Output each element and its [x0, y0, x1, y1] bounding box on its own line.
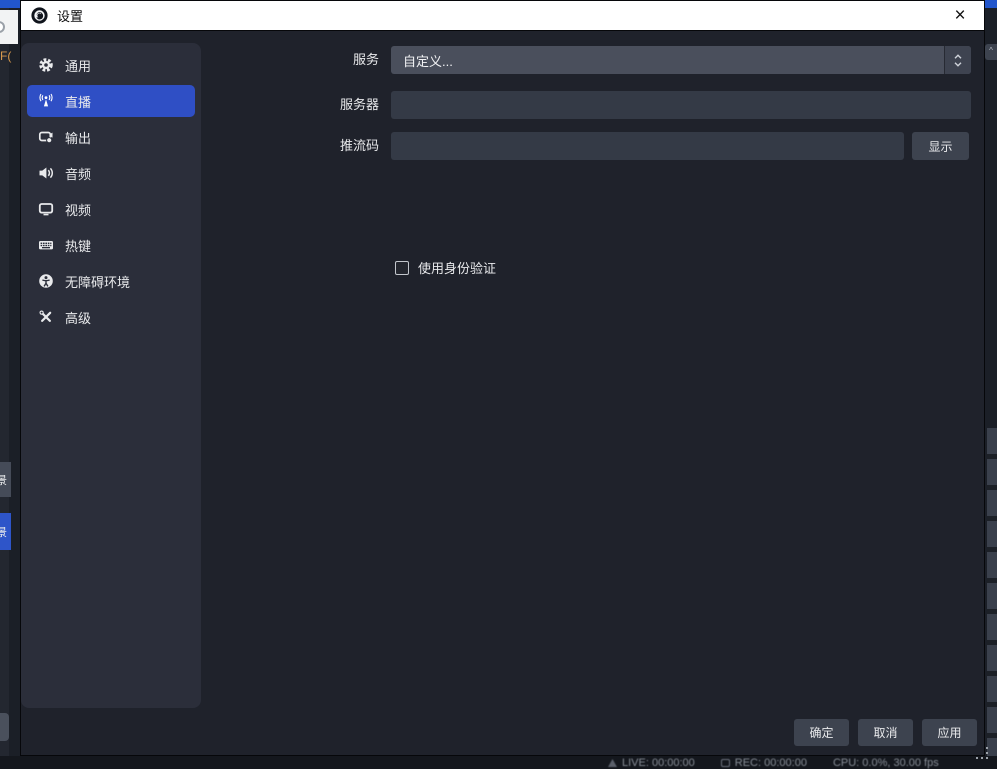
status-cpu: CPU: 0.0%, 30.00 fps: [832, 757, 939, 769]
background-statusbar: LIVE: 00:00:00 REC: 00:00:00 CPU: 0.0%, …: [0, 756, 997, 769]
background-left-sliver: [0, 0, 20, 769]
sidebar-item-label: 输出: [65, 130, 92, 146]
sidebar-item-label: 无障碍环境: [65, 274, 131, 290]
server-input[interactable]: [391, 91, 971, 119]
background-clipped-text: F(: [0, 49, 12, 63]
status-rec: REC: 00:00:00: [720, 757, 807, 769]
show-key-button[interactable]: 显示: [912, 132, 969, 160]
apply-button[interactable]: 应用: [922, 719, 977, 746]
sidebar-item-hotkeys[interactable]: 热键: [27, 229, 195, 261]
status-live: LIVE: 00:00:00: [608, 757, 695, 769]
sidebar-item-label: 音频: [65, 166, 92, 182]
service-selected-value: 自定义...: [403, 53, 453, 69]
stream-status-icon: [608, 759, 617, 767]
obs-logo-icon: [31, 7, 48, 24]
keyboard-icon: [39, 241, 53, 250]
sidebar-item-audio[interactable]: 音频: [27, 157, 195, 189]
server-label: 服务器: [339, 97, 379, 112]
speaker-icon: [39, 167, 53, 179]
sidebar-item-label: 高级: [65, 310, 92, 326]
settings-sidebar: 通用 直播 输出 音频 视频 热键 无障碍环境 高级: [21, 43, 201, 708]
sidebar-item-label: 视频: [65, 202, 92, 218]
auth-checkbox-label: 使用身份验证: [418, 261, 497, 276]
background-button-fragment: [0, 713, 9, 741]
output-icon: [38, 131, 53, 144]
background-white-window-fragment: [0, 10, 18, 44]
sidebar-item-stream[interactable]: 直播: [27, 85, 195, 117]
sidebar-item-label: 热键: [65, 238, 92, 254]
sidebar-item-output[interactable]: 输出: [27, 121, 195, 153]
stream-key-input[interactable]: [391, 132, 904, 160]
cancel-button[interactable]: 取消: [858, 719, 913, 746]
ok-button[interactable]: 确定: [794, 719, 849, 746]
dialog-title: 设置: [57, 9, 84, 24]
auth-checkbox[interactable]: [395, 260, 409, 275]
dialog-titlebar: 设置 ×: [21, 1, 984, 31]
broadcast-icon: [39, 93, 53, 107]
chevron-up-down-icon: [954, 53, 962, 67]
sidebar-item-advanced[interactable]: 高级: [27, 301, 195, 333]
sidebar-item-video[interactable]: 视频: [27, 193, 195, 225]
sidebar-item-general[interactable]: 通用: [27, 49, 195, 81]
background-list-items-fragment: [987, 428, 997, 758]
service-select[interactable]: 自定义...: [391, 46, 971, 74]
tools-icon: [39, 310, 52, 322]
gear-icon: [39, 58, 53, 72]
record-status-icon: [720, 759, 730, 767]
stream-key-label: 推流码: [339, 138, 379, 153]
sidebar-item-label: 通用: [65, 58, 92, 74]
background-left-panel: [0, 0, 9, 769]
monitor-icon: [38, 203, 54, 216]
background-scene-tab-selected: 景: [0, 513, 11, 550]
background-scene-tab: 景: [0, 462, 11, 497]
service-label: 服务: [352, 52, 379, 67]
accessibility-icon: [39, 274, 53, 288]
background-blue-bar-right: [985, 0, 997, 8]
sidebar-item-accessibility[interactable]: 无障碍环境: [27, 265, 195, 297]
background-blue-bar-left: [0, 0, 20, 8]
sidebar-item-label: 直播: [65, 94, 92, 110]
settings-dialog: 设置 × 通用 直播 输出 音频 视频 热键 无障碍环境 高级 服务 自定义..…: [20, 0, 985, 756]
background-circle-fragment: [0, 21, 5, 33]
close-icon[interactable]: ×: [946, 4, 974, 28]
service-spinner[interactable]: [944, 46, 971, 74]
background-collapse-button-fragment: ^: [985, 44, 997, 60]
auth-row: 使用身份验证: [395, 258, 496, 277]
